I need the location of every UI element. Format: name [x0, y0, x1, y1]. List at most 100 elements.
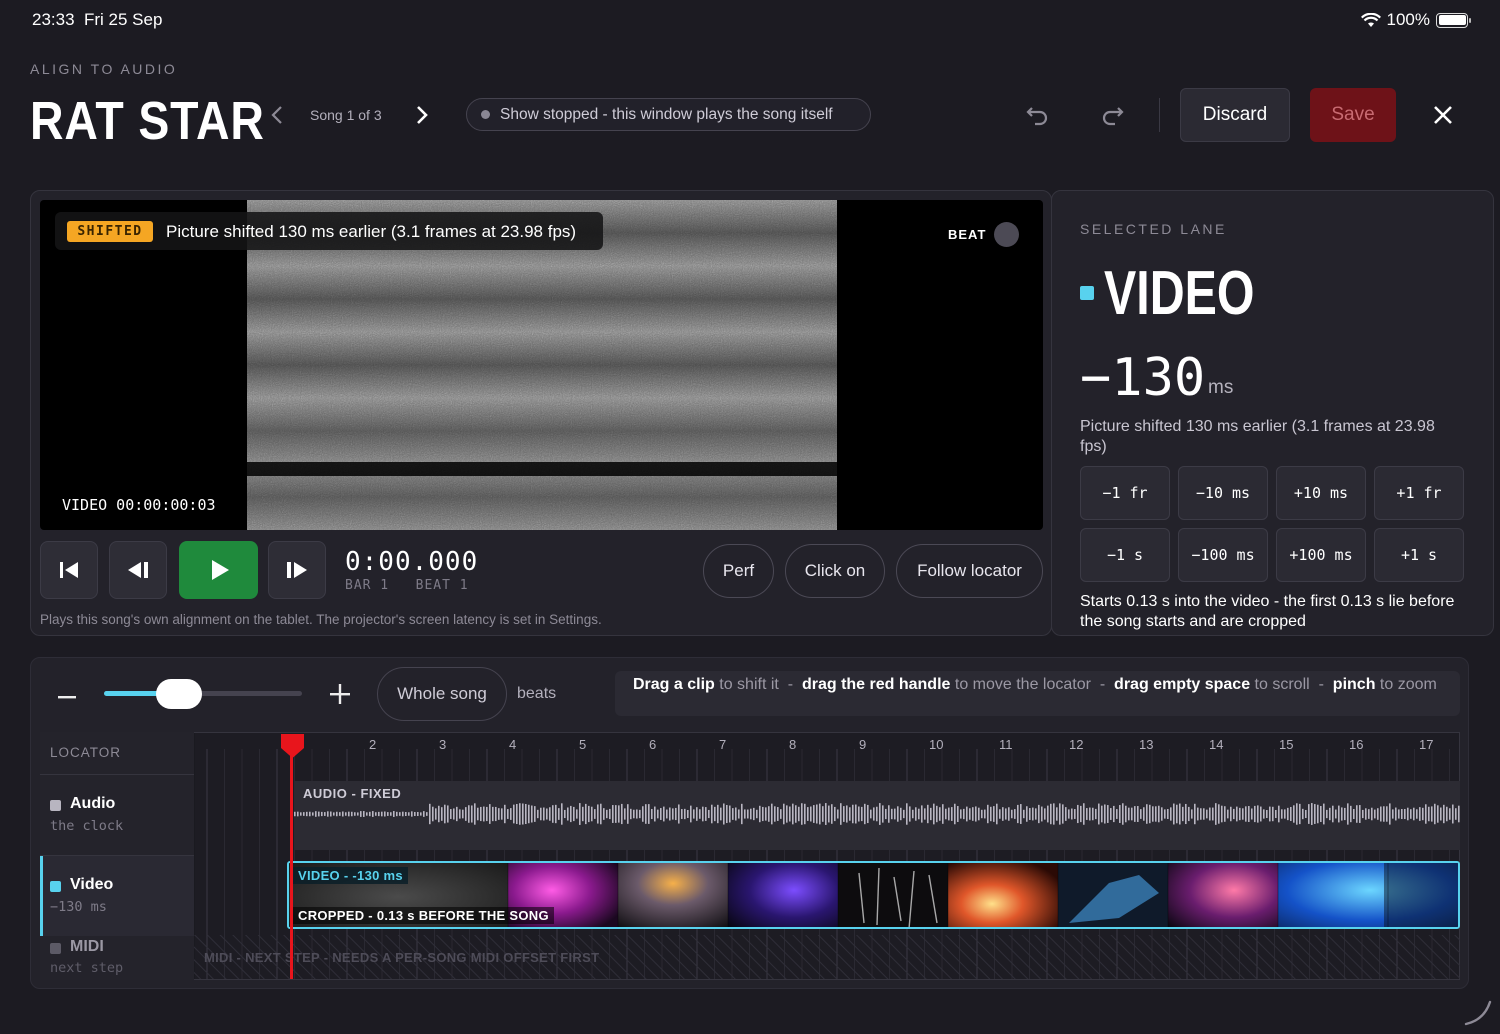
redo-icon — [1102, 107, 1124, 126]
nudge-plus-1-frame-button[interactable]: +1 fr — [1374, 466, 1464, 520]
waveform-bar — [570, 805, 572, 823]
waveform-bar — [1221, 805, 1223, 823]
step-back-button[interactable] — [109, 541, 167, 599]
next-song-button[interactable] — [408, 102, 434, 128]
waveform-bar — [1302, 808, 1304, 820]
locator-handle[interactable] — [281, 734, 304, 758]
lane-offset-unit: ms — [1208, 377, 1234, 398]
nudge-plus-10-ms-button[interactable]: +10 ms — [1276, 466, 1366, 520]
waveform-bar — [420, 812, 422, 816]
waveform-bar — [999, 809, 1001, 819]
waveform-bar — [735, 807, 737, 821]
waveform-bar — [1086, 808, 1088, 820]
lane-label-audio[interactable]: Audio the clock — [40, 775, 194, 855]
zoom-slider-handle[interactable] — [156, 679, 203, 709]
waveform-bar — [906, 803, 908, 825]
waveform-bar — [516, 803, 518, 825]
zoom-out-button[interactable] — [57, 683, 77, 714]
waveform-bar — [855, 804, 857, 824]
waveform-bar — [1161, 807, 1163, 821]
waveform-bar — [297, 811, 299, 817]
waveform-bar — [1311, 803, 1313, 825]
show-status-text: Show stopped - this window plays the son… — [500, 105, 833, 123]
nudge-minus-1-frame-button[interactable]: −1 fr — [1080, 466, 1170, 520]
waveform-bar — [636, 809, 638, 819]
waveform-bar — [882, 805, 884, 823]
waveform-bar — [984, 809, 986, 819]
nudge-minus-1-s-button[interactable]: −1 s — [1080, 528, 1170, 582]
nudge-plus-100-ms-button[interactable]: +100 ms — [1276, 528, 1366, 582]
waveform-bar — [1158, 805, 1160, 823]
undo-button[interactable] — [1023, 100, 1053, 130]
nudge-minus-10-ms-button[interactable]: −10 ms — [1178, 466, 1268, 520]
waveform-bar — [1335, 809, 1337, 819]
discard-button[interactable]: Discard — [1180, 88, 1290, 142]
waveform-bar — [603, 808, 605, 820]
waveform-bar — [792, 803, 794, 825]
perf-toggle[interactable]: Perf — [703, 544, 774, 598]
waveform-bar — [861, 806, 863, 822]
whole-song-button[interactable]: Whole song — [377, 667, 507, 721]
waveform-bar — [1275, 809, 1277, 819]
waveform-bar — [1347, 803, 1349, 825]
prev-song-button[interactable] — [265, 102, 291, 128]
waveform-bar — [1044, 808, 1046, 820]
waveform-bar — [417, 811, 419, 817]
waveform-bar — [1005, 808, 1007, 820]
waveform-bar — [1089, 807, 1091, 821]
waveform-bar — [1137, 806, 1139, 822]
nudge-plus-1-s-button[interactable]: +1 s — [1374, 528, 1464, 582]
waveform-bar — [954, 803, 956, 825]
lane-label-midi[interactable]: MIDI next step — [40, 936, 194, 980]
save-button[interactable]: Save — [1310, 88, 1396, 142]
zoom-in-button[interactable] — [329, 680, 351, 712]
step-forward-button[interactable] — [268, 541, 326, 599]
undo-icon — [1026, 107, 1048, 126]
waveform-bar — [717, 804, 719, 824]
waveform-bar — [555, 804, 557, 824]
waveform-bar — [687, 809, 689, 819]
waveform-bar — [1179, 803, 1181, 825]
redo-button[interactable] — [1097, 100, 1127, 130]
lane-label-video[interactable]: Video −130 ms — [40, 856, 194, 936]
skip-to-start-button[interactable] — [40, 541, 98, 599]
resize-grip-icon[interactable] — [1462, 996, 1494, 1028]
waveform-bar — [663, 806, 665, 822]
nudge-minus-100-ms-button[interactable]: −100 ms — [1178, 528, 1268, 582]
video-clip[interactable]: VIDEO - -130 ms CROPPED - 0.13 s BEFORE … — [287, 861, 1460, 929]
waveform-bar — [1281, 809, 1283, 819]
waveform-bar — [411, 811, 413, 817]
waveform-bar — [522, 803, 524, 825]
waveform-bar — [612, 805, 614, 823]
waveform-bar — [840, 803, 842, 825]
waveform-bar — [1035, 808, 1037, 820]
waveform-bar — [1278, 805, 1280, 823]
waveform-bar — [357, 812, 359, 816]
audio-clip[interactable]: AUDIO - FIXED — [294, 781, 1460, 850]
waveform-bar — [381, 811, 383, 817]
waveform-bar — [1032, 807, 1034, 821]
waveform-bar — [441, 807, 443, 821]
midi-lane-name: MIDI — [70, 938, 104, 955]
waveform-bar — [1446, 806, 1448, 822]
play-button[interactable] — [179, 541, 258, 599]
midi-lane-sub: next step — [50, 960, 124, 976]
waveform-bar — [561, 803, 563, 825]
click-toggle[interactable]: Click on — [785, 544, 885, 598]
waveform-bar — [1371, 807, 1373, 821]
ruler-bar-number: 9 — [859, 737, 866, 752]
waveform-bar — [366, 812, 368, 816]
waveform-bar — [720, 807, 722, 821]
waveform-bar — [921, 805, 923, 823]
close-button[interactable] — [1428, 100, 1458, 130]
follow-locator-toggle[interactable]: Follow locator — [896, 544, 1043, 598]
waveform-bar — [534, 806, 536, 822]
waveform-bar — [1200, 808, 1202, 820]
waveform-bar — [1125, 805, 1127, 823]
waveform-bar — [642, 806, 644, 822]
ruler-bar-number: 7 — [719, 737, 726, 752]
ruler-bar-number: 4 — [509, 737, 516, 752]
waveform-bar — [339, 812, 341, 816]
waveform-bar — [1332, 805, 1334, 823]
beats-toggle[interactable]: beats — [517, 685, 556, 703]
